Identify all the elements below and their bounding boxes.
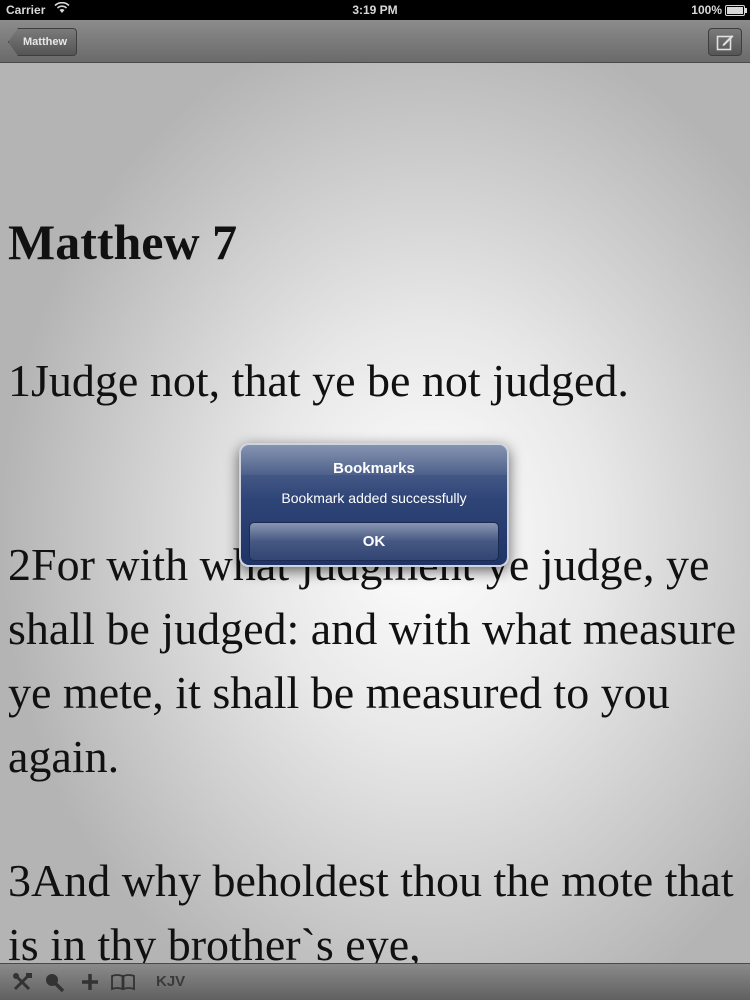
navigation-bar: Matthew [0,20,750,63]
add-icon[interactable] [80,972,100,997]
version-button[interactable]: KJV [156,973,185,990]
battery-icon [725,5,747,16]
verse-1[interactable]: 1Judge not, that ye be not judged. [8,349,738,413]
battery-percent: 100% [691,3,722,17]
search-icon[interactable] [44,972,66,997]
compose-button[interactable] [708,28,742,56]
bookmark-alert: Bookmarks Bookmark added successfully OK [239,443,509,567]
compose-icon [716,35,734,51]
verse-3[interactable]: 3And why beholdest thou the mote that is… [8,849,738,963]
alert-message: Bookmark added successfully [281,490,467,506]
status-bar: Carrier 3:19 PM 100% [0,0,750,20]
chapter-title: Matthew 7 [8,214,238,270]
verse-2[interactable]: 2For with what judgment ye judge, ye sha… [8,533,738,789]
alert-title: Bookmarks [333,460,415,477]
ok-button[interactable]: OK [249,522,499,561]
tools-icon[interactable] [12,972,34,997]
bottom-toolbar: KJV [0,963,750,1000]
back-button[interactable]: Matthew [8,28,77,56]
status-time: 3:19 PM [352,3,398,17]
book-icon[interactable] [110,972,136,997]
